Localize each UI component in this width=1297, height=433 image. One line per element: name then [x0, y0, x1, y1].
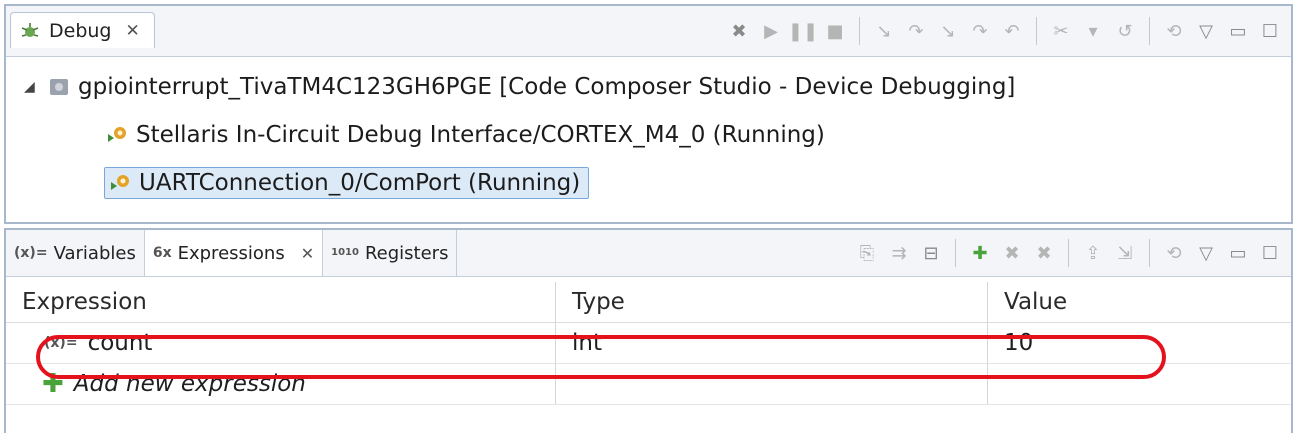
- debug-toolbar: ✖ ▶ ❚❚ ■ ↘ ↷ ↘ ↷ ↶ ✂ ▾ ↺ ⟲ ▽ ▭ ☐: [726, 14, 1283, 48]
- target-running-icon: [108, 127, 126, 142]
- toolbar-separator: [955, 239, 956, 267]
- minimize-icon[interactable]: ▭: [1225, 18, 1251, 44]
- tab-expressions-label: Expressions: [177, 242, 285, 264]
- add-new-expression-label: Add new expression: [73, 371, 306, 397]
- target-running-icon: [111, 175, 129, 190]
- toolbar-separator: [1068, 239, 1069, 267]
- tree-uart-label: UARTConnection_0/ComPort (Running): [139, 170, 581, 196]
- view-menu-icon[interactable]: ▽: [1193, 240, 1219, 266]
- type-cell: int: [556, 323, 988, 363]
- debug-view: Debug ✕ ✖ ▶ ❚❚ ■ ↘ ↷ ↘ ↷ ↶ ✂ ▾ ↺ ⟲ ▽ ▭ ☐…: [4, 4, 1293, 224]
- tree-cortex-label: Stellaris In-Circuit Debug Interface/COR…: [136, 122, 825, 148]
- tree-row-root[interactable]: ◢ gpiointerrupt_TivaTM4C123GH6PGE [Code …: [6, 63, 1291, 111]
- tree-root-label: gpiointerrupt_TivaTM4C123GH6PGE [Code Co…: [78, 74, 1016, 100]
- tab-variables-label: Variables: [53, 242, 136, 264]
- empty-cell: [988, 364, 1291, 404]
- collapse-all-icon[interactable]: ⊟: [918, 240, 944, 266]
- terminate-icon[interactable]: ■: [822, 18, 848, 44]
- tab-variables[interactable]: (x)= Variables: [6, 230, 145, 276]
- toolbar-separator: [859, 17, 860, 45]
- expressions-table: Expression Type Value (x)= count int 10 …: [6, 282, 1291, 405]
- minimize-icon[interactable]: ▭: [1225, 240, 1251, 266]
- column-header-expression[interactable]: Expression: [6, 282, 556, 322]
- tab-debug-label: Debug: [49, 19, 112, 42]
- toolbar-separator: [1149, 17, 1150, 45]
- registers-icon: 1010: [331, 247, 359, 258]
- remove-expression-icon[interactable]: ✖: [999, 240, 1025, 266]
- expressions-icon: 6x: [152, 245, 172, 261]
- tab-debug[interactable]: Debug ✕: [10, 12, 155, 48]
- value-cell[interactable]: 10: [988, 323, 1291, 363]
- view-menu-icon[interactable]: ▽: [1193, 18, 1219, 44]
- variables-icon: (x)=: [14, 245, 48, 261]
- remove-all-terminated-icon[interactable]: ✖: [726, 18, 752, 44]
- add-expression-cell[interactable]: ✚ Add new expression: [6, 364, 556, 404]
- restart-icon[interactable]: ↺: [1112, 18, 1138, 44]
- close-icon[interactable]: ✕: [301, 244, 314, 263]
- connect-icon[interactable]: ✂: [1048, 18, 1074, 44]
- add-expression-icon[interactable]: ✚: [967, 240, 993, 266]
- tab-registers[interactable]: 1010 Registers: [323, 230, 458, 276]
- tree-row-cortex[interactable]: Stellaris In-Circuit Debug Interface/COR…: [6, 111, 1291, 159]
- plus-icon: ✚: [42, 369, 64, 399]
- show-logical-structure-icon[interactable]: ⇉: [886, 240, 912, 266]
- import-icon[interactable]: ⇪: [1080, 240, 1106, 266]
- variable-icon: (x)=: [44, 335, 78, 351]
- debug-tabbar: Debug ✕ ✖ ▶ ❚❚ ■ ↘ ↷ ↘ ↷ ↶ ✂ ▾ ↺ ⟲ ▽ ▭ ☐: [6, 6, 1291, 57]
- tree-row-uart[interactable]: UARTConnection_0/ComPort (Running): [6, 159, 1291, 207]
- step-return-icon[interactable]: ↘: [935, 18, 961, 44]
- column-header-value[interactable]: Value: [988, 282, 1291, 322]
- export-icon[interactable]: ⇲: [1112, 240, 1138, 266]
- tab-registers-label: Registers: [364, 242, 449, 264]
- debug-bug-icon: [21, 22, 39, 37]
- reset-icon[interactable]: ↶: [999, 18, 1025, 44]
- maximize-icon[interactable]: ☐: [1257, 18, 1283, 44]
- expression-name: count: [87, 330, 153, 356]
- chevron-down-icon[interactable]: ▾: [1080, 18, 1106, 44]
- sync-icon[interactable]: ⟲: [1161, 240, 1187, 266]
- toolbar-separator: [1036, 17, 1037, 45]
- expressions-view: (x)= Variables 6x Expressions ✕ 1010 Reg…: [4, 228, 1293, 433]
- add-expression-row[interactable]: ✚ Add new expression: [6, 364, 1291, 405]
- expression-cell[interactable]: (x)= count: [6, 323, 556, 363]
- step-over-icon[interactable]: ↷: [903, 18, 929, 44]
- table-row[interactable]: (x)= count int 10: [6, 323, 1291, 364]
- expressions-tabbar: (x)= Variables 6x Expressions ✕ 1010 Reg…: [6, 230, 1291, 277]
- launch-config-icon: [50, 79, 68, 95]
- remove-all-expressions-icon[interactable]: ✖: [1031, 240, 1057, 266]
- step-into-icon[interactable]: ↘: [871, 18, 897, 44]
- maximize-icon[interactable]: ☐: [1257, 240, 1283, 266]
- resume-icon[interactable]: ▶: [758, 18, 784, 44]
- sync-icon[interactable]: ⟲: [1161, 18, 1187, 44]
- column-header-type[interactable]: Type: [556, 282, 988, 322]
- show-type-names-icon[interactable]: ⎘: [854, 240, 880, 266]
- suspend-icon[interactable]: ❚❚: [788, 18, 818, 44]
- empty-cell: [556, 364, 988, 404]
- close-icon[interactable]: ✕: [125, 21, 139, 41]
- tab-expressions[interactable]: 6x Expressions ✕: [144, 230, 324, 276]
- debug-tree: ◢ gpiointerrupt_TivaTM4C123GH6PGE [Code …: [6, 57, 1291, 207]
- selected-item[interactable]: UARTConnection_0/ComPort (Running): [104, 167, 590, 199]
- toolbar-separator: [1149, 239, 1150, 267]
- assembly-step-over-icon[interactable]: ↷: [967, 18, 993, 44]
- expressions-toolbar: ⎘ ⇉ ⊟ ✚ ✖ ✖ ⇪ ⇲ ⟲ ▽ ▭ ☐: [854, 236, 1283, 270]
- table-header: Expression Type Value: [6, 282, 1291, 323]
- collapse-icon[interactable]: ◢: [24, 79, 46, 95]
